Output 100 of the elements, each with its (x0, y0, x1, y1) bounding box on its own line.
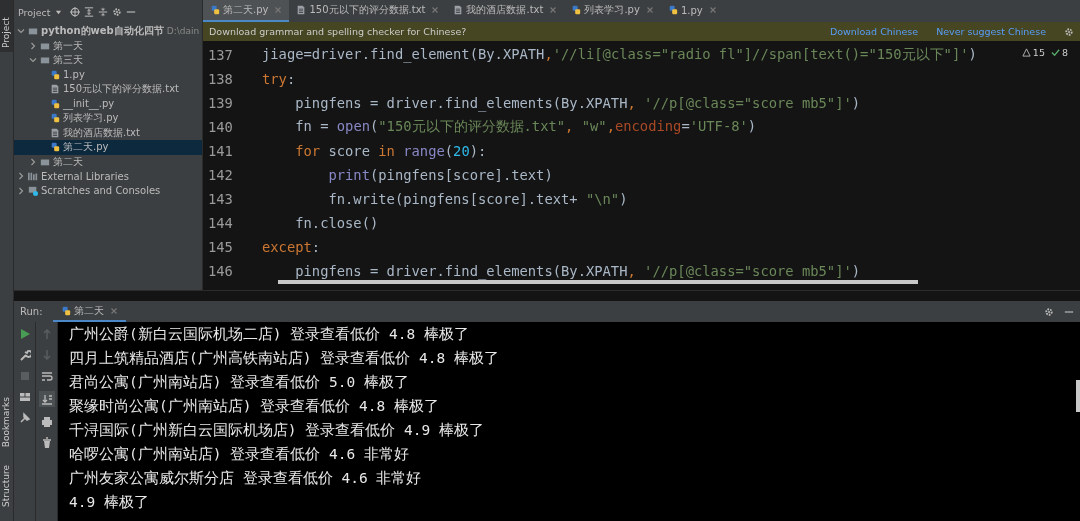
python-file-icon (210, 5, 220, 15)
python-file-icon (50, 142, 60, 153)
tree-item[interactable]: Scratches and Consoles (14, 183, 202, 198)
line-number: 143 (207, 191, 234, 207)
horizontal-scrollbar[interactable] (278, 280, 918, 284)
folder-icon (40, 55, 50, 66)
chevron-right-icon[interactable] (29, 41, 37, 50)
settings-icon[interactable] (111, 7, 122, 17)
close-icon[interactable] (645, 6, 654, 14)
tree-item[interactable]: External Libraries (14, 169, 202, 184)
code-line: for score in range(20): (294, 143, 487, 159)
python-file-icon (571, 5, 582, 15)
tab-label: 1.py (680, 4, 703, 16)
run-icon[interactable] (18, 328, 31, 340)
code-line: pingfens = driver.find_elements(By.XPATH, '//p[@class="score mb5"]') (294, 263, 861, 279)
wrench-icon[interactable] (18, 349, 31, 361)
settings-icon[interactable] (1044, 306, 1054, 317)
console-output-line: 广州友家公寓威尔斯分店 登录查看低价 4.6 非常好 (69, 469, 422, 488)
console-output-line: 4.9 棒极了 (69, 493, 149, 512)
line-number: 142 (207, 167, 234, 183)
tab-label: 我的酒店数据.txt (466, 3, 544, 17)
close-icon[interactable] (431, 6, 440, 14)
caret-icon[interactable] (54, 8, 62, 16)
layout-icon[interactable] (18, 391, 31, 403)
tab-label: 第二天.py (223, 3, 269, 17)
scroll-to-end-icon[interactable] (38, 391, 55, 407)
inspection-widget[interactable]: 15 8 (1021, 47, 1068, 58)
tree-item[interactable]: 第一天 (14, 38, 202, 53)
notification-message: Download grammar and spelling checker for Chinese? (209, 26, 467, 37)
code-line: pingfens = driver.find_elements(By.XPATH, '//p[@class="score mb5"]') (294, 95, 861, 111)
vertical-scrollbar[interactable] (1076, 380, 1080, 412)
line-number: 141 (207, 143, 234, 159)
console-output-line: 千浔国际(广州新白云国际机场店) 登录查看低价 4.9 棒极了 (69, 421, 484, 440)
chevron-right-icon[interactable] (29, 157, 37, 166)
tree-item[interactable]: 1.py (14, 67, 202, 82)
chevron-down-icon[interactable] (29, 56, 37, 65)
close-icon[interactable] (274, 6, 283, 14)
close-icon[interactable] (549, 6, 558, 14)
target-icon[interactable] (69, 7, 80, 17)
warning-icon (1021, 48, 1031, 57)
line-number: 137 (207, 47, 234, 63)
code-line: fn.write(pingfens[score].text+ "\n") (327, 191, 628, 207)
text-file-icon (296, 5, 307, 15)
tree-item[interactable]: 第三天 (14, 53, 202, 68)
tree-item[interactable]: 我的酒店数据.txt (14, 125, 202, 140)
tree-item[interactable]: 第二天.py (14, 140, 202, 155)
down-arrow-icon[interactable] (40, 349, 53, 361)
chevron-down-icon[interactable] (17, 27, 25, 36)
console-output-line: 广州公爵(新白云国际机场二店) 登录查看低价 4.8 棒极了 (69, 325, 469, 344)
code-line: try: (262, 71, 296, 87)
folder-icon (28, 26, 38, 37)
stop-icon[interactable] (18, 370, 31, 382)
print-icon[interactable] (40, 416, 53, 428)
tree-item[interactable]: 第二天 (14, 154, 202, 169)
tree-item[interactable]: 列表学习.py (14, 111, 202, 126)
text-file-icon (50, 127, 60, 138)
python-file-icon (50, 113, 60, 124)
project-tool-tab[interactable]: Project (0, 0, 13, 52)
notification-link[interactable]: Never suggest Chinese (936, 26, 1046, 37)
line-number: 139 (207, 95, 234, 111)
editor-tab[interactable]: 第二天.py (203, 0, 290, 22)
check-icon (1050, 48, 1060, 57)
code-line: print(pingfens[score].text) (327, 167, 553, 183)
code-line: fn = open("150元以下的评分数据.txt", "w",encoding='UTF-8') (294, 118, 757, 136)
expand-all-icon[interactable] (83, 7, 94, 17)
editor-tab[interactable]: 我的酒店数据.txt (446, 0, 565, 22)
scratch-icon (28, 185, 38, 196)
chevron-right-icon[interactable] (17, 172, 25, 181)
tool-window-tab[interactable]: Structure (2, 461, 11, 511)
console-output-line: 四月上筑精品酒店(广州高铁南站店) 登录查看低价 4.8 棒极了 (69, 349, 499, 368)
editor-tab[interactable]: 列表学习.py (564, 0, 661, 22)
tree-item[interactable]: python的web自动化四节 D:\dain (14, 24, 202, 39)
tree-item[interactable]: 150元以下的评分数据.txt (14, 82, 202, 97)
run-label: Run: (20, 306, 43, 317)
line-number: 140 (207, 119, 234, 135)
close-icon[interactable] (708, 6, 717, 14)
settings-icon[interactable] (1064, 26, 1074, 37)
line-number: 145 (207, 239, 234, 255)
project-view-dropdown[interactable]: Project (18, 6, 51, 18)
line-number: 146 (207, 263, 234, 279)
editor-tab[interactable]: 1.py (660, 0, 724, 22)
line-number: 138 (207, 71, 234, 87)
tree-item[interactable]: __init__.py (14, 96, 202, 111)
editor-tab[interactable]: 150元以下的评分数据.txt (289, 0, 447, 22)
text-file-icon (453, 5, 464, 15)
tab-label: 列表学习.py (584, 3, 640, 17)
console-output-line: 聚缘时尚公寓(广州南站店) 登录查看低价 4.8 棒极了 (69, 397, 439, 416)
chevron-right-icon[interactable] (17, 186, 25, 195)
collapse-all-icon[interactable] (97, 7, 108, 17)
code-line: except: (262, 239, 321, 255)
close-icon[interactable] (109, 306, 118, 315)
trash-icon[interactable] (40, 437, 53, 449)
soft-wrap-icon[interactable] (40, 370, 53, 382)
tool-window-tab[interactable]: Bookmarks (2, 392, 11, 452)
python-icon (60, 305, 71, 316)
notification-link[interactable]: Download Chinese (829, 26, 919, 37)
console-output-line: 君尚公寓(广州南站店) 登录查看低价 5.0 棒极了 (69, 373, 409, 392)
tab-label: 150元以下的评分数据.txt (309, 3, 426, 17)
python-file-icon (50, 69, 60, 80)
pin-icon[interactable] (18, 412, 31, 424)
